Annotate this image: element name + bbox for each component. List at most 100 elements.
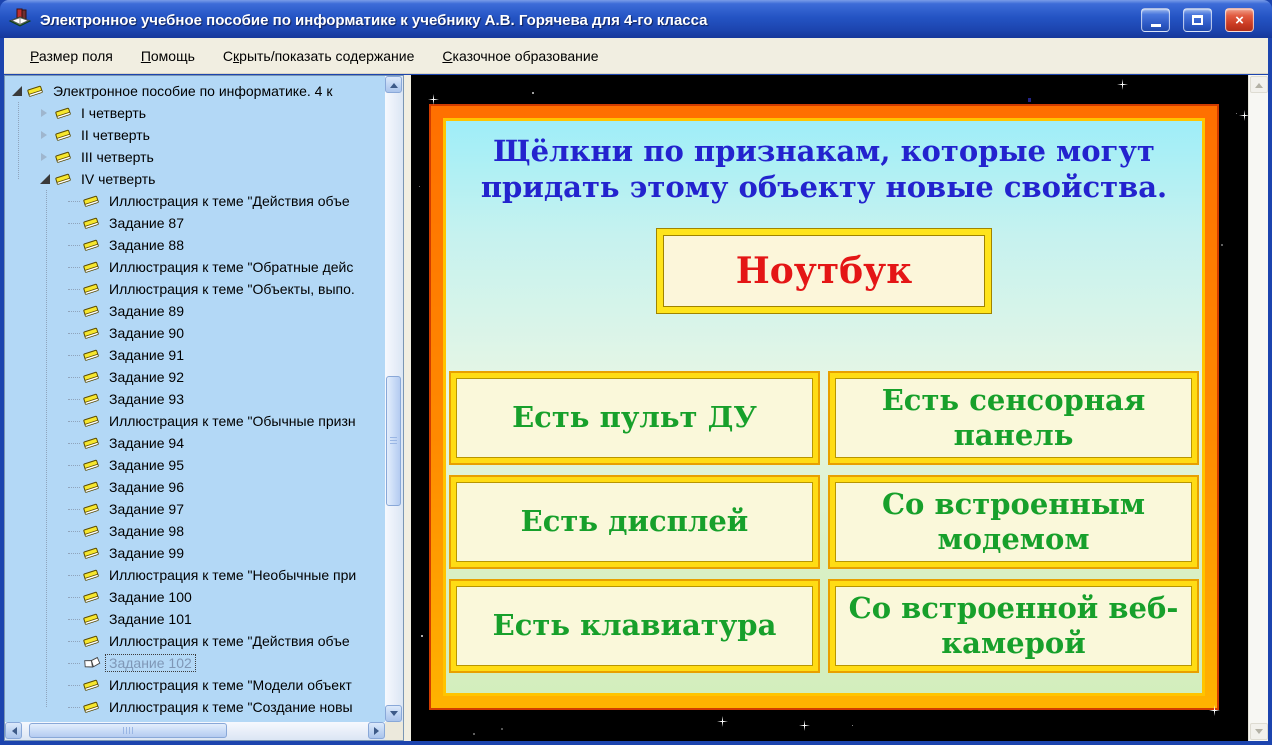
option-button[interactable]: Есть пульт ДУ	[451, 373, 818, 463]
tree-item-label: Задание 93	[106, 391, 187, 407]
book-closed-icon	[83, 347, 102, 363]
menu-item[interactable]: Скрыть/показать содержание	[209, 44, 428, 68]
tree-item[interactable]: Задание 89	[9, 300, 385, 322]
tree-expander[interactable]	[65, 696, 83, 718]
tree-connector	[68, 641, 80, 642]
tree-item[interactable]: Задание 97	[9, 498, 385, 520]
tree-item[interactable]: Задание 88	[9, 234, 385, 256]
tree-item[interactable]: Иллюстрация к теме "Действия объе	[9, 190, 385, 212]
tree-expander[interactable]	[65, 344, 83, 366]
tree-expander[interactable]	[65, 454, 83, 476]
tree-item[interactable]: Электронное пособие по информатике. 4 к	[9, 80, 385, 102]
option-button[interactable]: Со встроенной веб-камерой	[830, 581, 1197, 671]
tree-item[interactable]: Задание 102	[9, 652, 385, 674]
menu-item[interactable]: Размер поля	[16, 44, 127, 68]
tree-item[interactable]: II четверть	[9, 124, 385, 146]
tree-expander[interactable]	[65, 608, 83, 630]
tree-expander[interactable]	[65, 630, 83, 652]
option-button[interactable]: Есть клавиатура	[451, 581, 818, 671]
tree-connector	[68, 685, 80, 686]
book-closed-icon	[83, 215, 102, 231]
scroll-up-button[interactable]	[1250, 76, 1268, 93]
scroll-up-button[interactable]	[385, 76, 402, 93]
tree-expander[interactable]	[65, 432, 83, 454]
tree-expander[interactable]	[65, 652, 83, 674]
tree-expander[interactable]	[37, 146, 55, 168]
tree-expander[interactable]	[65, 674, 83, 696]
tree-item[interactable]: I четверть	[9, 102, 385, 124]
tree-item-label: Задание 96	[106, 479, 187, 495]
minimize-button[interactable]	[1141, 8, 1170, 32]
tree-item[interactable]: III четверть	[9, 146, 385, 168]
tree-connector	[68, 377, 80, 378]
tree-expander[interactable]	[65, 212, 83, 234]
tree-expander[interactable]	[65, 542, 83, 564]
option-button[interactable]: Со встроенным модемом	[830, 477, 1197, 567]
tree-item[interactable]: Иллюстрация к теме "Действия объе	[9, 630, 385, 652]
tree-item[interactable]: Задание 95	[9, 454, 385, 476]
tree-connector	[68, 245, 80, 246]
tree-item[interactable]: Задание 92	[9, 366, 385, 388]
tree-hscroll-thumb[interactable]	[29, 723, 227, 738]
tree-item[interactable]: Иллюстрация к теме "Создание новы	[9, 696, 385, 718]
tree-connector	[68, 707, 80, 708]
tree-expander[interactable]	[65, 300, 83, 322]
tree-expander[interactable]	[65, 234, 83, 256]
tree-horizontal-scrollbar[interactable]	[5, 722, 385, 740]
tree-item[interactable]: Задание 101	[9, 608, 385, 630]
tree-expander[interactable]	[65, 322, 83, 344]
tree-item[interactable]: Иллюстрация к теме "Модели объект	[9, 674, 385, 696]
tree-expander[interactable]	[65, 520, 83, 542]
book-closed-icon	[83, 281, 102, 297]
tree-item[interactable]: Иллюстрация к теме "Необычные при	[9, 564, 385, 586]
scroll-down-button[interactable]	[385, 705, 402, 722]
tree-item[interactable]: Иллюстрация к теме "Объекты, выпо.	[9, 278, 385, 300]
tree-expander[interactable]	[65, 498, 83, 520]
tree-item[interactable]: Иллюстрация к теме "Обратные дейс	[9, 256, 385, 278]
tree-expander[interactable]	[65, 278, 83, 300]
tree-item-label: Иллюстрация к теме "Объекты, выпо.	[106, 281, 358, 297]
tree-item[interactable]: IV четверть	[9, 168, 385, 190]
tree-connector	[68, 531, 80, 532]
tree-item[interactable]: Задание 100	[9, 586, 385, 608]
tree-item[interactable]: Задание 91	[9, 344, 385, 366]
tree-expander[interactable]	[65, 256, 83, 278]
option-button[interactable]: Есть дисплей	[451, 477, 818, 567]
menu-item[interactable]: Помощь	[127, 44, 209, 68]
tree-item[interactable]: Задание 90	[9, 322, 385, 344]
close-button[interactable]: ×	[1225, 8, 1254, 32]
tree-expander[interactable]	[65, 586, 83, 608]
option-button[interactable]: Есть сенсорная панель	[830, 373, 1197, 463]
tree-expander[interactable]	[65, 190, 83, 212]
tree-expander[interactable]	[65, 476, 83, 498]
tree-item[interactable]: Задание 94	[9, 432, 385, 454]
tree-vertical-scrollbar[interactable]	[385, 76, 403, 722]
tree-expander[interactable]	[9, 80, 27, 102]
main-vertical-scrollbar[interactable]	[1248, 75, 1268, 741]
tree-item[interactable]: Задание 99	[9, 542, 385, 564]
book-closed-icon	[83, 413, 102, 429]
menu-item[interactable]: Сказочное образование	[428, 44, 612, 68]
tree-expander[interactable]	[65, 388, 83, 410]
scroll-left-button[interactable]	[5, 722, 22, 739]
object-box: Ноутбук	[657, 229, 991, 313]
scroll-right-button[interactable]	[368, 722, 385, 739]
tree-item-label: Задание 94	[106, 435, 187, 451]
scroll-down-button[interactable]	[1250, 723, 1268, 740]
tree-expander[interactable]	[65, 564, 83, 586]
tree-vscroll-thumb[interactable]	[386, 376, 401, 506]
tree-expander[interactable]	[65, 410, 83, 432]
tree-item[interactable]: Иллюстрация к теме "Обычные призн	[9, 410, 385, 432]
maximize-button[interactable]	[1183, 8, 1212, 32]
tree-expander[interactable]	[37, 124, 55, 146]
tree-item[interactable]: Задание 96	[9, 476, 385, 498]
tree-item[interactable]: Задание 98	[9, 520, 385, 542]
book-closed-icon	[55, 149, 74, 165]
tree-connector	[68, 465, 80, 466]
tree-expander[interactable]	[37, 168, 55, 190]
tree-expander[interactable]	[65, 366, 83, 388]
tree-item[interactable]: Задание 93	[9, 388, 385, 410]
tree-expander[interactable]	[37, 102, 55, 124]
tree-item[interactable]: Задание 87	[9, 212, 385, 234]
tree-connector	[68, 509, 80, 510]
